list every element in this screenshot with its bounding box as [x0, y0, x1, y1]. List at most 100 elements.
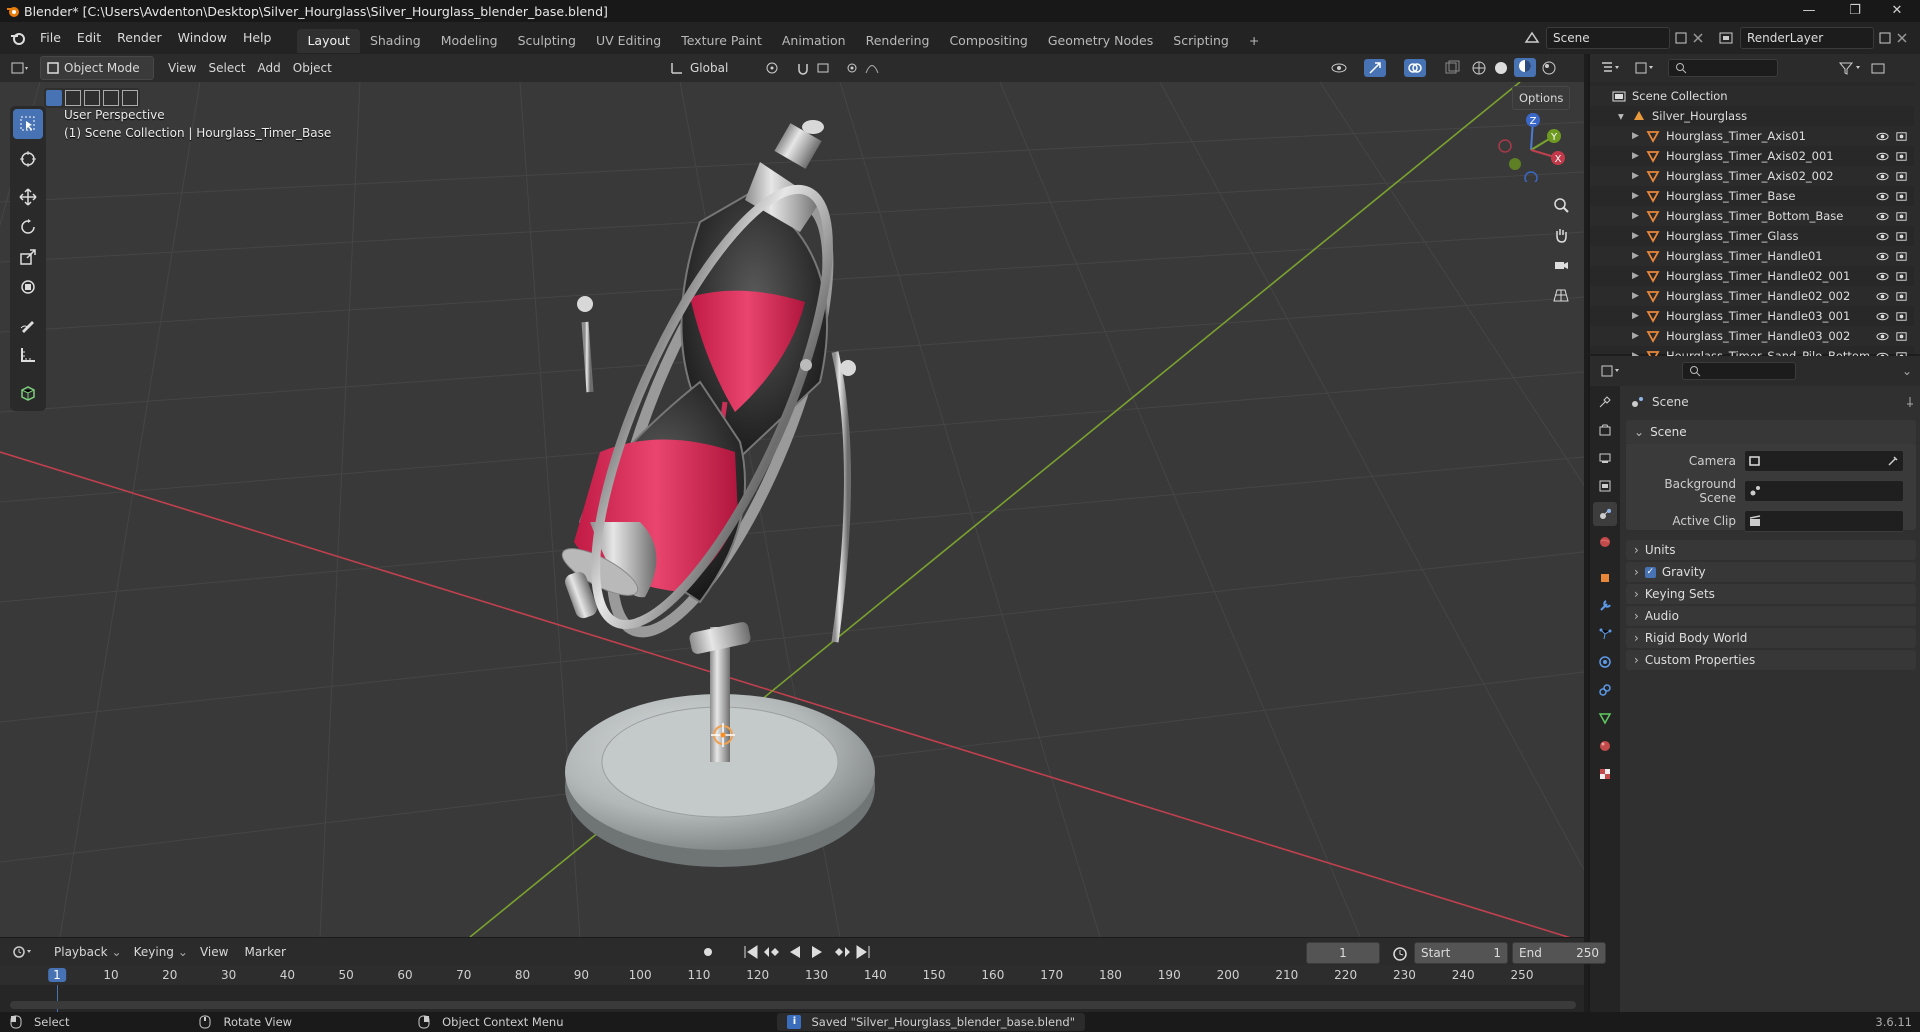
tab-compositing[interactable]: Compositing: [939, 29, 1037, 53]
tab-texture-paint[interactable]: Texture Paint: [671, 29, 772, 53]
tab-modifiers[interactable]: [1593, 594, 1617, 618]
eye-icon[interactable]: [1876, 130, 1889, 143]
tab-world[interactable]: [1593, 530, 1617, 554]
new-view-layer-icon[interactable]: [1878, 31, 1892, 45]
close-button[interactable]: ✕: [1874, 0, 1920, 22]
stopwatch-icon[interactable]: [1390, 944, 1410, 962]
pan-button[interactable]: [1548, 222, 1574, 248]
tab-render[interactable]: [1593, 418, 1617, 442]
tab-animation[interactable]: Animation: [772, 29, 856, 53]
expand-icon[interactable]: ▶: [1632, 206, 1646, 226]
proportional-editing-icon[interactable]: [846, 60, 886, 76]
tab-output[interactable]: [1593, 446, 1617, 470]
zoom-button[interactable]: [1548, 192, 1574, 218]
mode-selector[interactable]: Object Mode: [40, 56, 154, 80]
expand-icon[interactable]: ▶: [1632, 286, 1646, 306]
timeline[interactable]: 1 10 20 30 40 50 60 70 80 90 100 110 120 130 140 150 160…: [0, 965, 1584, 1012]
gravity-checkbox[interactable]: ✓: [1644, 566, 1656, 578]
minimize-button[interactable]: —: [1786, 0, 1832, 22]
tab-modeling[interactable]: Modeling: [431, 29, 508, 53]
expand-icon[interactable]: ▶: [1632, 186, 1646, 206]
new-collection-icon[interactable]: [1870, 60, 1886, 76]
panel-audio[interactable]: › Audio: [1626, 606, 1916, 626]
outliner-object-row[interactable]: ▶ Hourglass_Timer_Axis01: [1590, 126, 1920, 146]
select-intersect-icon[interactable]: [122, 90, 138, 106]
rendered-shading-icon[interactable]: [1540, 60, 1558, 76]
expand-icon[interactable]: ▶: [1632, 126, 1646, 146]
wireframe-shading-icon[interactable]: [1470, 60, 1488, 76]
tab-sculpting[interactable]: Sculpting: [508, 29, 586, 53]
add-workspace-button[interactable]: +: [1239, 29, 1269, 53]
overlays-toggle[interactable]: [1404, 58, 1426, 77]
record-icon[interactable]: [700, 943, 722, 961]
tab-physics[interactable]: [1593, 650, 1617, 674]
measure-tool[interactable]: [13, 340, 43, 370]
tab-shading[interactable]: Shading: [360, 29, 431, 53]
tab-object[interactable]: [1593, 566, 1617, 590]
end-frame-field[interactable]: End 250: [1512, 942, 1606, 964]
outliner-object-row[interactable]: ▶ Hourglass_Timer_Handle03_001: [1590, 306, 1920, 326]
gizmo-toggle[interactable]: [1364, 58, 1386, 77]
menu-help[interactable]: Help: [235, 22, 280, 54]
render-camera-icon[interactable]: [1895, 250, 1908, 263]
tab-layout[interactable]: Layout: [297, 28, 360, 53]
outliner-search-input[interactable]: [1668, 59, 1778, 77]
eye-icon[interactable]: [1876, 150, 1889, 163]
render-camera-icon[interactable]: [1895, 290, 1908, 303]
outliner-object-row[interactable]: ▶ Hourglass_Timer_Handle03_002: [1590, 326, 1920, 346]
snap-icon[interactable]: [796, 60, 840, 76]
render-camera-icon[interactable]: [1895, 310, 1908, 323]
properties-search-input[interactable]: [1682, 362, 1796, 380]
select-new-icon[interactable]: [46, 90, 62, 106]
select-box-tool[interactable]: [13, 109, 43, 139]
panel-rigid-body-world[interactable]: › Rigid Body World: [1626, 628, 1916, 648]
menu-render[interactable]: Render: [109, 22, 170, 54]
tab-view-layer[interactable]: [1593, 474, 1617, 498]
select-subtract-icon[interactable]: [84, 90, 100, 106]
scene-selector[interactable]: Scene: [1546, 27, 1670, 49]
jump-start-icon[interactable]: [742, 943, 760, 961]
blender-menu-icon[interactable]: [10, 30, 26, 46]
editor-type-icon[interactable]: [10, 60, 30, 76]
options-button[interactable]: Options: [1512, 86, 1571, 110]
background-scene-field[interactable]: [1744, 480, 1904, 502]
tab-scripting[interactable]: Scripting: [1163, 29, 1239, 53]
outliner-editor-icon[interactable]: [1600, 60, 1622, 76]
outliner-object-row[interactable]: ▶ Hourglass_Timer_Handle02_001: [1590, 266, 1920, 286]
properties-editor-icon[interactable]: [1600, 363, 1622, 379]
panel-custom-properties[interactable]: › Custom Properties: [1626, 650, 1916, 670]
render-camera-icon[interactable]: [1895, 130, 1908, 143]
maximize-button[interactable]: ❐: [1832, 0, 1878, 22]
outliner-object-row[interactable]: ▶ Hourglass_Timer_Axis02_001: [1590, 146, 1920, 166]
outliner-object-row[interactable]: ▶ Hourglass_Timer_Base: [1590, 186, 1920, 206]
add-menu[interactable]: Add: [252, 57, 287, 79]
tab-rendering[interactable]: Rendering: [856, 29, 940, 53]
timeline-editor-icon[interactable]: [12, 944, 34, 960]
select-invert-icon[interactable]: [103, 90, 119, 106]
outliner-collection[interactable]: ▾ Silver_Hourglass: [1590, 106, 1920, 126]
render-camera-icon[interactable]: [1895, 170, 1908, 183]
outliner-root[interactable]: Scene Collection: [1590, 86, 1920, 106]
transform-tool[interactable]: [13, 272, 43, 302]
chevron-down-icon[interactable]: ⌄: [1902, 364, 1912, 378]
display-mode-icon[interactable]: [1634, 60, 1656, 76]
play-icon[interactable]: [808, 943, 826, 961]
tab-data[interactable]: [1593, 706, 1617, 730]
scale-tool[interactable]: [13, 242, 43, 272]
marker-menu[interactable]: Marker: [238, 941, 291, 963]
panel-gravity[interactable]: › ✓ Gravity: [1626, 562, 1916, 582]
eye-icon[interactable]: [1876, 230, 1889, 243]
scene-panel-header[interactable]: ⌄ Scene: [1626, 420, 1916, 444]
pivot-point-icon[interactable]: [764, 60, 790, 76]
eye-icon[interactable]: [1876, 170, 1889, 183]
select-extend-icon[interactable]: [65, 90, 81, 106]
eye-icon[interactable]: [1876, 210, 1889, 223]
3d-viewport[interactable]: User Perspective (1) Scene Collection | …: [0, 82, 1584, 937]
delete-scene-icon[interactable]: [1692, 32, 1704, 44]
cursor-tool[interactable]: [13, 144, 43, 174]
eye-icon[interactable]: [1876, 250, 1889, 263]
tab-texture[interactable]: [1593, 762, 1617, 786]
render-camera-icon[interactable]: [1895, 270, 1908, 283]
eyedropper-icon[interactable]: [1887, 455, 1899, 467]
render-camera-icon[interactable]: [1895, 210, 1908, 223]
